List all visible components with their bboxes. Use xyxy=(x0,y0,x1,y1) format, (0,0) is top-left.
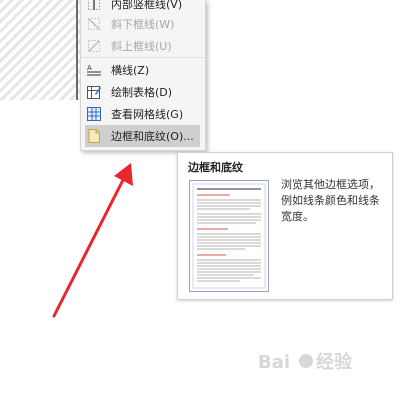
svg-text:Bai: Bai xyxy=(258,352,290,373)
baidu-jingyan-watermark-logo: Bai 经验 xyxy=(258,351,353,373)
svg-text:经验: 经验 xyxy=(316,351,353,373)
red-arrow-annotation xyxy=(52,163,133,318)
